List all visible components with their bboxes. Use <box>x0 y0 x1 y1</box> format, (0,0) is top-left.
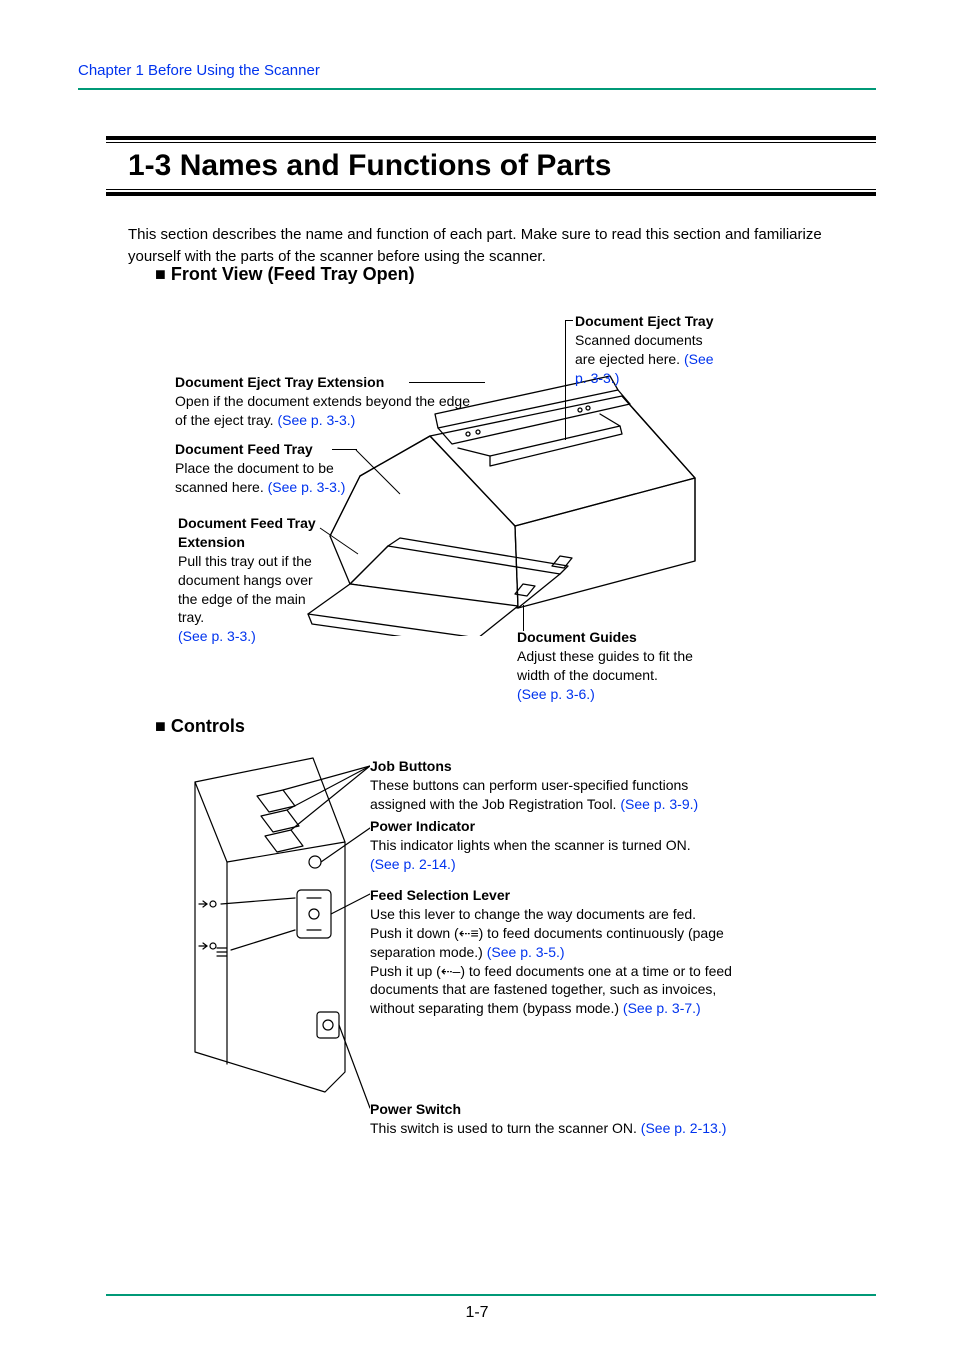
xref-link[interactable]: (See p. 3-7.) <box>623 1000 701 1016</box>
page-number: 1-7 <box>0 1304 954 1322</box>
page-title: 1-3 Names and Functions of Parts <box>106 143 876 189</box>
subhead-front-view: ■ Front View (Feed Tray Open) <box>155 264 415 285</box>
xref-link[interactable]: (See p. 3-9.) <box>620 796 698 812</box>
callout-job-buttons: Job Buttons These buttons can perform us… <box>370 757 740 814</box>
breadcrumb-link[interactable]: Chapter 1 Before Using the Scanner <box>78 62 320 79</box>
xref-link[interactable]: (See p. 2-13.) <box>641 1120 727 1136</box>
scanner-controls-diagram <box>175 752 370 1132</box>
callout-guides: Document Guides Adjust these guides to f… <box>517 628 727 704</box>
header-divider <box>78 88 876 90</box>
xref-link[interactable]: (See p. 3-3.) <box>178 628 256 644</box>
callout-eject-ext: Document Eject Tray Extension Open if th… <box>175 373 475 430</box>
leader-line <box>565 320 566 440</box>
callout-power-switch: Power Switch This switch is used to turn… <box>370 1100 770 1138</box>
xref-link[interactable]: (See p. 2-14.) <box>370 856 456 872</box>
xref-link[interactable]: (See p. 3-6.) <box>517 686 595 702</box>
page-separation-icon: ⇠≡ <box>459 925 479 941</box>
leader-line <box>565 320 573 321</box>
xref-link[interactable]: (See p. 3-3.) <box>268 479 346 495</box>
callout-eject-tray: Document Eject Tray Scanned documents ar… <box>575 312 725 388</box>
bypass-mode-icon: ⇠– <box>441 963 461 979</box>
footer-divider <box>106 1294 876 1296</box>
xref-link[interactable]: (See p. 3-3.) <box>277 412 355 428</box>
callout-power-indicator: Power Indicator This indicator lights wh… <box>370 817 740 874</box>
subhead-controls: ■ Controls <box>155 716 245 737</box>
intro-text: This section describes the name and func… <box>106 198 876 268</box>
callout-feed-lever: Feed Selection Lever Use this lever to c… <box>370 886 750 1018</box>
xref-link[interactable]: (See p. 3-5.) <box>487 944 565 960</box>
callout-feed-tray: Document Feed Tray Place the document to… <box>175 440 375 497</box>
callout-feed-ext: Document Feed Tray Extension Pull this t… <box>178 514 318 646</box>
heading-block: 1-3 Names and Functions of Parts This se… <box>106 136 876 268</box>
